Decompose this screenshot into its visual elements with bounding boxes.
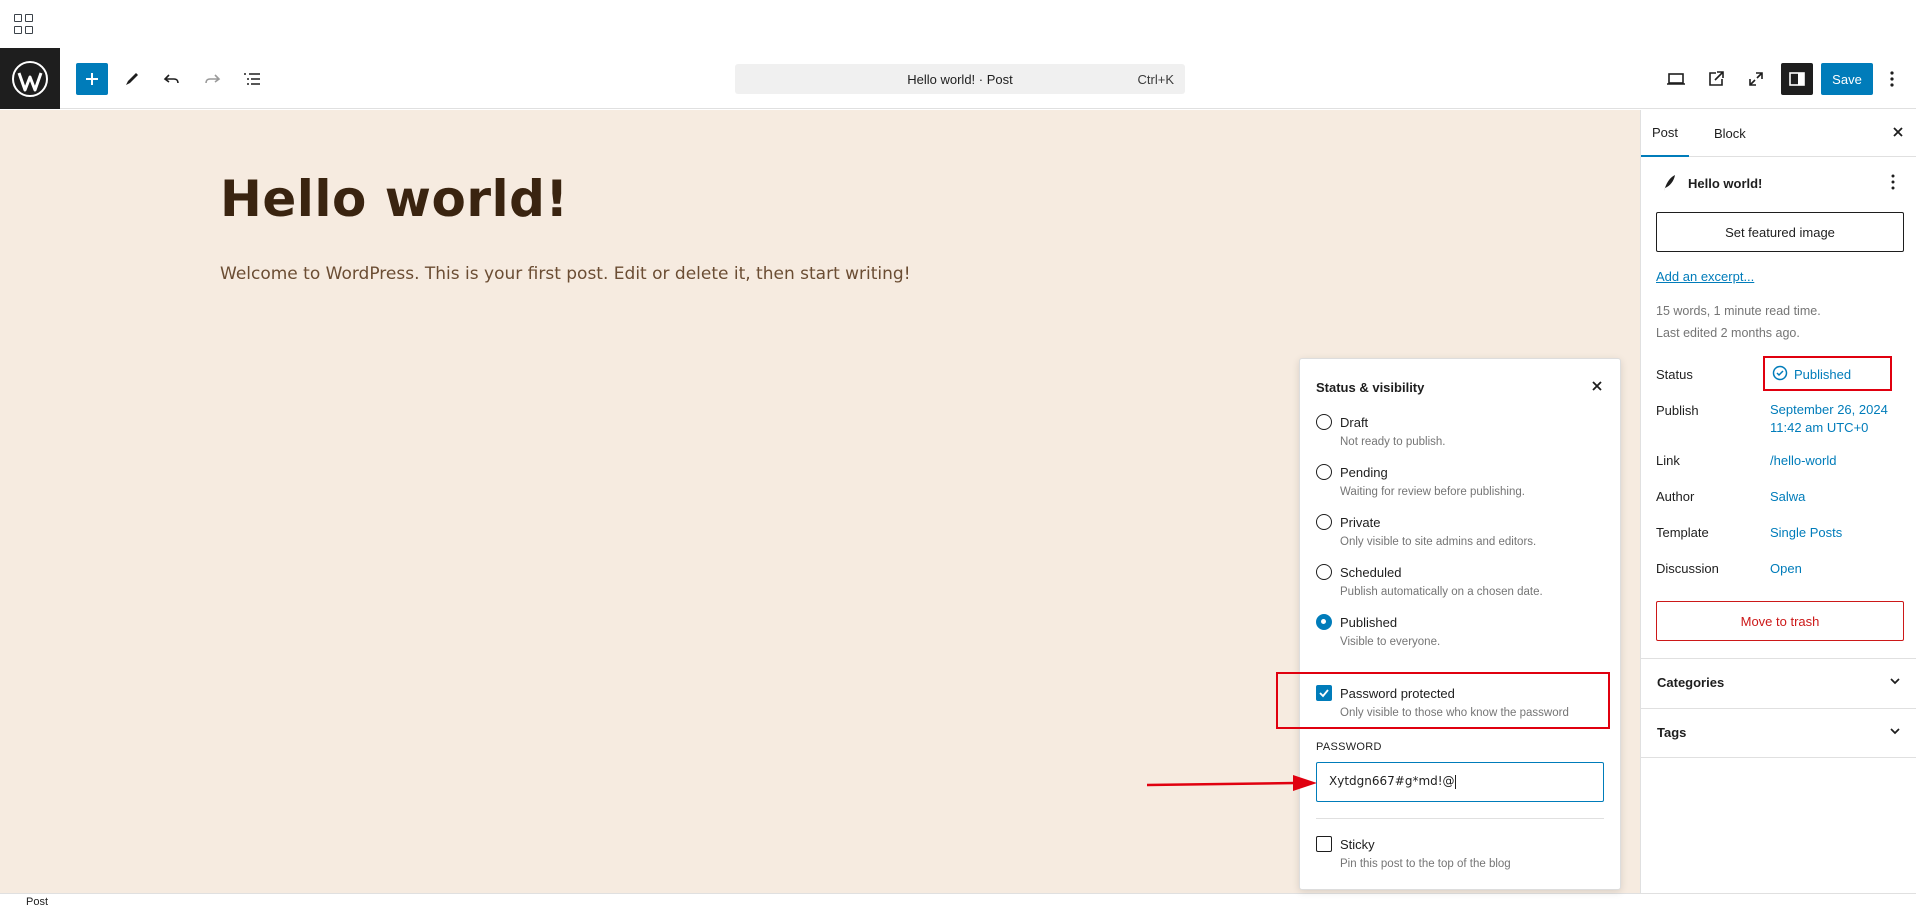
discussion-label: Discussion xyxy=(1656,561,1719,576)
publish-date[interactable]: September 26, 2024 xyxy=(1770,402,1888,417)
author-label: Author xyxy=(1656,489,1694,504)
close-popover-icon[interactable] xyxy=(1590,379,1604,398)
option-label: Draft xyxy=(1340,415,1368,430)
set-featured-image-button[interactable]: Set featured image xyxy=(1656,212,1904,252)
option-help: Publish automatically on a chosen date. xyxy=(1340,586,1543,598)
link-label: Link xyxy=(1656,453,1680,468)
sidebar-post-title: Hello world! xyxy=(1688,176,1762,191)
categories-panel-label: Categories xyxy=(1657,675,1724,690)
device-preview-icon[interactable] xyxy=(1660,63,1692,95)
status-option-published[interactable]: Published Visible to everyone. xyxy=(1316,614,1606,650)
status-option-scheduled[interactable]: Scheduled Publish automatically on a cho… xyxy=(1316,564,1606,600)
status-visibility-popover: Status & visibility Draft Not ready to p… xyxy=(1299,358,1621,890)
move-to-trash-button[interactable]: Move to trash xyxy=(1656,601,1904,641)
status-option-draft[interactable]: Draft Not ready to publish. xyxy=(1316,414,1606,450)
popover-divider xyxy=(1316,818,1604,819)
redo-icon[interactable] xyxy=(196,63,228,95)
post-title[interactable]: Hello world! xyxy=(220,170,569,228)
view-post-external-icon[interactable] xyxy=(1700,63,1732,95)
post-paragraph[interactable]: Welcome to WordPress. This is your first… xyxy=(220,264,911,284)
permalink-value[interactable]: /hello-world xyxy=(1770,453,1836,468)
settings-sidebar-toggle-icon[interactable] xyxy=(1781,63,1813,95)
sticky-option[interactable]: Sticky Pin this post to the top of the b… xyxy=(1316,836,1606,872)
command-palette-title[interactable]: Hello world! · Post Ctrl+K xyxy=(735,64,1185,94)
option-help: Pin this post to the top of the blog xyxy=(1340,858,1511,870)
tab-post[interactable]: Post xyxy=(1641,110,1689,157)
option-help: Not ready to publish. xyxy=(1340,436,1445,448)
author-value[interactable]: Salwa xyxy=(1770,489,1805,504)
add-block-button[interactable] xyxy=(76,63,108,95)
status-option-private[interactable]: Private Only visible to site admins and … xyxy=(1316,514,1606,550)
template-label: Template xyxy=(1656,525,1709,540)
annotation-box-password-protected xyxy=(1276,672,1610,729)
option-help: Waiting for review before publishing. xyxy=(1340,486,1525,498)
tags-panel-toggle[interactable]: Tags xyxy=(1641,708,1916,758)
document-overview-icon[interactable] xyxy=(236,63,268,95)
fullscreen-icon[interactable] xyxy=(1740,63,1772,95)
popover-title: Status & visibility xyxy=(1316,380,1424,395)
editor-toolbar: Hello world! · Post Ctrl+K Save xyxy=(0,48,1916,109)
shortcut-hint: Ctrl+K xyxy=(1138,72,1174,87)
categories-panel-toggle[interactable]: Categories xyxy=(1641,658,1916,708)
chevron-down-icon xyxy=(1887,723,1903,739)
option-label: Sticky xyxy=(1340,837,1375,852)
wordpress-logo-icon[interactable] xyxy=(0,48,60,109)
tab-block[interactable]: Block xyxy=(1714,110,1746,157)
undo-icon[interactable] xyxy=(156,63,188,95)
radio-pending[interactable] xyxy=(1316,464,1332,480)
publish-time[interactable]: 11:42 am UTC+0 xyxy=(1770,420,1868,435)
last-edited: Last edited 2 months ago. xyxy=(1656,326,1800,340)
sticky-checkbox[interactable] xyxy=(1316,836,1332,852)
discussion-value[interactable]: Open xyxy=(1770,561,1802,576)
radio-draft[interactable] xyxy=(1316,414,1332,430)
document-title: Hello world! · Post xyxy=(907,72,1012,87)
annotation-box-status xyxy=(1763,356,1892,391)
breadcrumb-post[interactable]: Post xyxy=(26,896,48,907)
password-input[interactable]: Xytdgn667#g*md!@ xyxy=(1316,762,1604,802)
chevron-down-icon xyxy=(1887,673,1903,689)
word-count: 15 words, 1 minute read time. xyxy=(1656,304,1821,318)
apps-grid-icon[interactable] xyxy=(14,14,34,34)
template-value[interactable]: Single Posts xyxy=(1770,525,1842,540)
password-field-label: PASSWORD xyxy=(1316,741,1382,753)
radio-published[interactable] xyxy=(1316,614,1332,630)
settings-sidebar: Post Block Hello world! Set featured ima… xyxy=(1640,110,1916,893)
password-value: Xytdgn667#g*md!@ xyxy=(1329,774,1455,788)
option-label: Scheduled xyxy=(1340,565,1401,580)
option-help: Only visible to site admins and editors. xyxy=(1340,536,1536,548)
publish-label: Publish xyxy=(1656,403,1699,418)
tags-panel-label: Tags xyxy=(1657,725,1686,740)
status-option-pending[interactable]: Pending Waiting for review before publis… xyxy=(1316,464,1606,500)
block-breadcrumb-bar: Post xyxy=(0,893,1916,907)
option-label: Published xyxy=(1340,615,1397,630)
post-actions-icon[interactable] xyxy=(1891,174,1895,195)
add-excerpt-link[interactable]: Add an excerpt... xyxy=(1656,269,1754,284)
option-label: Pending xyxy=(1340,465,1388,480)
sidebar-tabs: Post Block xyxy=(1641,110,1916,157)
option-label: Private xyxy=(1340,515,1380,530)
annotation-arrow-icon xyxy=(1145,770,1320,798)
close-sidebar-icon[interactable] xyxy=(1891,125,1905,144)
option-help: Visible to everyone. xyxy=(1340,636,1440,648)
post-feather-icon xyxy=(1661,174,1677,197)
save-button[interactable]: Save xyxy=(1821,63,1873,95)
radio-scheduled[interactable] xyxy=(1316,564,1332,580)
more-options-icon[interactable] xyxy=(1880,63,1904,95)
status-label: Status xyxy=(1656,367,1693,382)
tools-pencil-icon[interactable] xyxy=(116,63,148,95)
radio-private[interactable] xyxy=(1316,514,1332,530)
